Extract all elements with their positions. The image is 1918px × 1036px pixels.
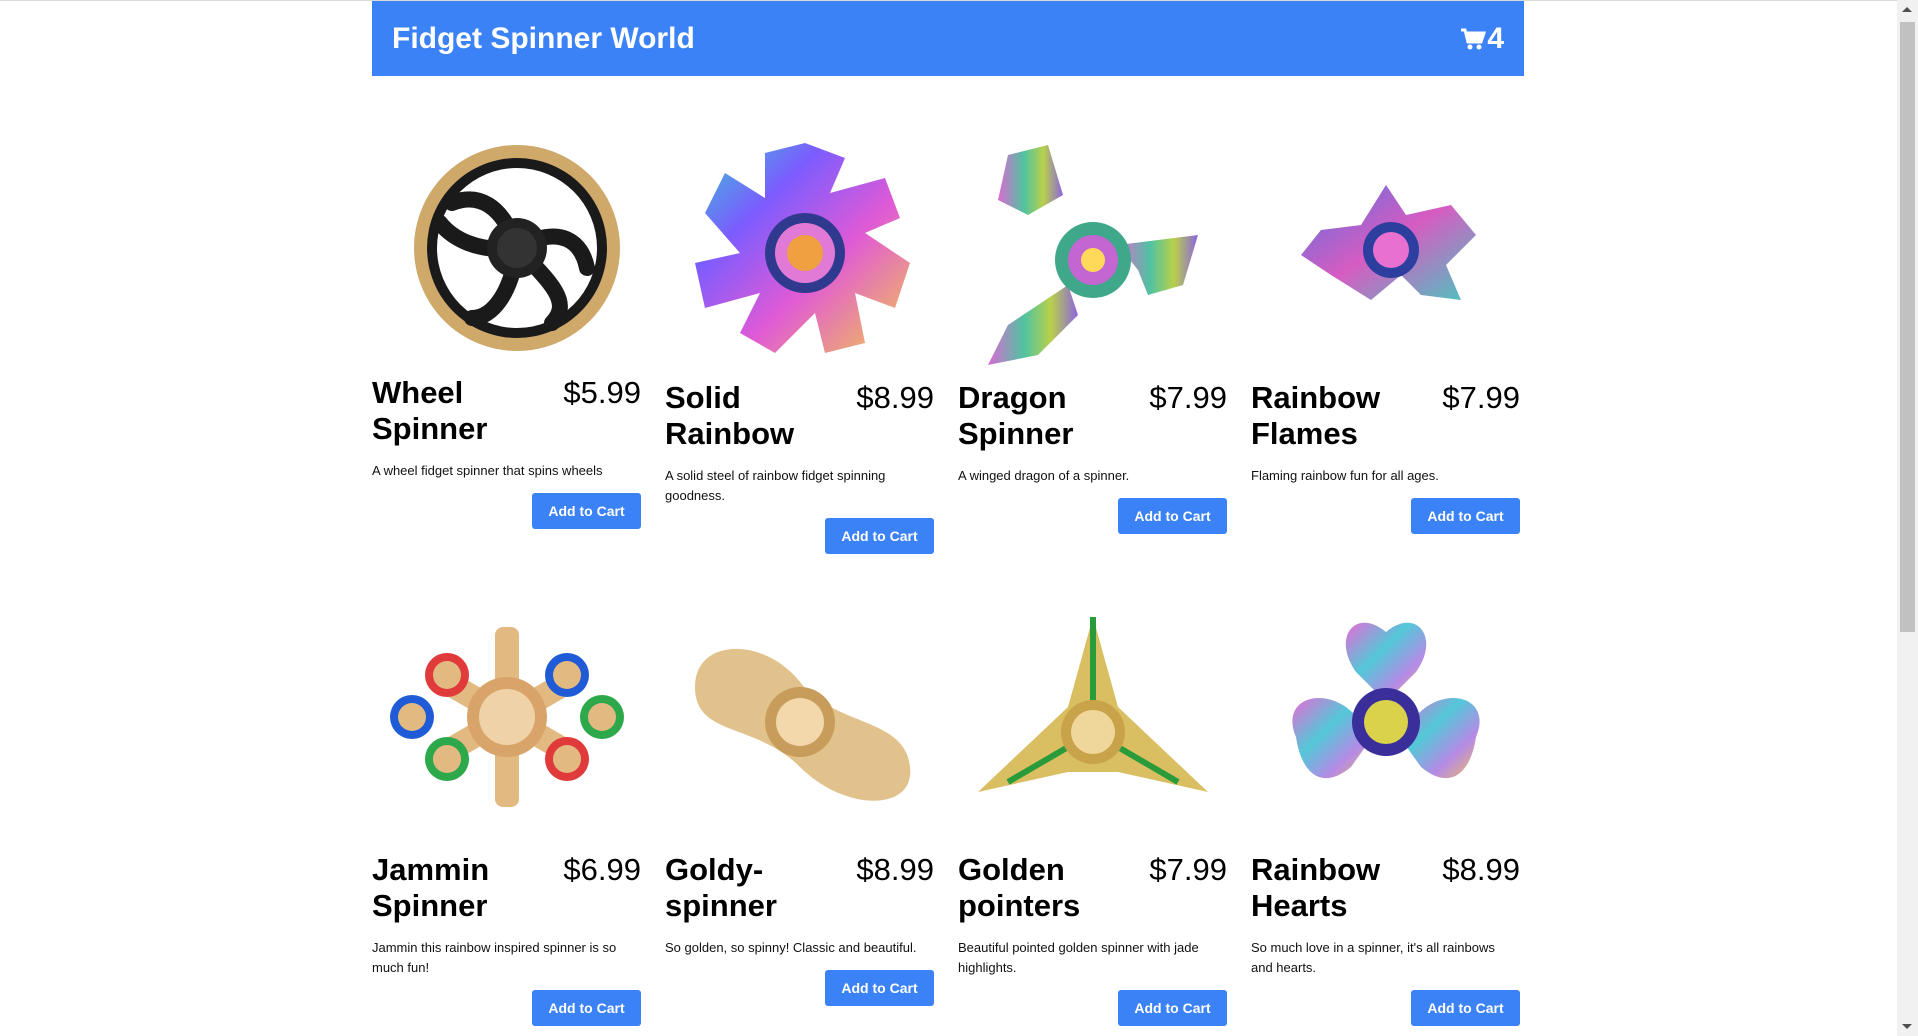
cart-count: 4: [1487, 21, 1504, 55]
product-image-box: [1251, 120, 1520, 380]
site-header: Fidget Spinner World 4: [372, 1, 1524, 76]
add-to-cart-button[interactable]: Add to Cart: [825, 970, 934, 1006]
product-description: A winged dragon of a spinner.: [958, 468, 1130, 483]
product-price: $8.99: [1442, 852, 1520, 887]
cart-icon: [1461, 28, 1487, 49]
product-name[interactable]: Wheel Spinner: [372, 375, 532, 447]
dragon-spinner-image: [987, 145, 1198, 365]
product-price: $8.99: [856, 380, 934, 415]
vertical-scrollbar[interactable]: [1897, 0, 1918, 1036]
product-price: $8.99: [856, 852, 934, 887]
wheel-spinner-image: [413, 144, 620, 351]
product-image-box: [1251, 592, 1520, 852]
product-card: Golden pointers $7.99 Beautiful pointed …: [958, 592, 1227, 1026]
product-name[interactable]: Rainbow Hearts: [1251, 852, 1411, 924]
rainbow-hearts-image: [1291, 622, 1480, 779]
product-image-box: [665, 120, 934, 380]
product-card: Rainbow Hearts $8.99 So much love in a s…: [1251, 592, 1520, 1026]
product-image-box: [958, 592, 1227, 852]
goldy-spinner-image: [694, 648, 910, 801]
product-image-box: [665, 592, 934, 852]
product-image-box: [372, 120, 641, 375]
product-name[interactable]: Rainbow Flames: [1251, 380, 1411, 452]
product-name[interactable]: Dragon Spinner: [958, 380, 1118, 452]
add-to-cart-button[interactable]: Add to Cart: [1118, 990, 1227, 1026]
product-description: Jammin this rainbow inspired spinner is …: [372, 940, 617, 975]
scroll-up-icon[interactable]: [1902, 7, 1912, 12]
product-card: Dragon Spinner $7.99 A winged dragon of …: [958, 120, 1227, 554]
product-description: A solid steel of rainbow fidget spinning…: [665, 468, 886, 503]
product-description: Beautiful pointed golden spinner with ja…: [958, 940, 1199, 975]
product-price: $7.99: [1149, 852, 1227, 887]
product-price: $5.99: [563, 375, 641, 410]
product-price: $6.99: [563, 852, 641, 887]
product-name[interactable]: Goldy-spinner: [665, 852, 825, 924]
product-description: So much love in a spinner, it's all rain…: [1251, 940, 1495, 975]
add-to-cart-button[interactable]: Add to Cart: [1411, 990, 1520, 1026]
add-to-cart-button[interactable]: Add to Cart: [532, 493, 641, 529]
product-card: Rainbow Flames $7.99 Flaming rainbow fun…: [1251, 120, 1520, 554]
product-image-box: [958, 120, 1227, 380]
product-name[interactable]: Jammin Spinner: [372, 852, 532, 924]
product-description: A wheel fidget spinner that spins wheels: [372, 463, 603, 478]
add-to-cart-button[interactable]: Add to Cart: [1118, 498, 1227, 534]
cart-button[interactable]: 4: [1460, 22, 1504, 56]
golden-pointers-image: [977, 617, 1208, 792]
solid-rainbow-image: [694, 143, 910, 353]
product-card: Wheel Spinner $5.99 A wheel fidget spinn…: [372, 120, 641, 554]
product-image-box: [372, 592, 641, 852]
jammin-spinner-image: [389, 627, 624, 807]
add-to-cart-button[interactable]: Add to Cart: [1411, 498, 1520, 534]
product-card: Jammin Spinner $6.99 Jammin this rainbow…: [372, 592, 641, 1026]
page: Fidget Spinner World 4 Wheel Spinner $5.…: [372, 1, 1524, 1026]
product-description: Flaming rainbow fun for all ages.: [1251, 468, 1439, 483]
product-card: Solid Rainbow $8.99 A solid steel of rai…: [665, 120, 934, 554]
product-price: $7.99: [1442, 380, 1520, 415]
product-name[interactable]: Solid Rainbow: [665, 380, 825, 452]
product-description: So golden, so spinny! Classic and beauti…: [665, 940, 917, 955]
product-price: $7.99: [1149, 380, 1227, 415]
site-title[interactable]: Fidget Spinner World: [392, 22, 695, 56]
add-to-cart-button[interactable]: Add to Cart: [532, 990, 641, 1026]
rainbow-flames-image: [1300, 185, 1476, 300]
product-grid: Wheel Spinner $5.99 A wheel fidget spinn…: [372, 120, 1524, 1026]
product-name[interactable]: Golden pointers: [958, 852, 1118, 924]
add-to-cart-button[interactable]: Add to Cart: [825, 518, 934, 554]
scroll-thumb[interactable]: [1900, 22, 1915, 632]
scroll-down-icon[interactable]: [1902, 1024, 1912, 1029]
product-card: Goldy-spinner $8.99 So golden, so spinny…: [665, 592, 934, 1026]
